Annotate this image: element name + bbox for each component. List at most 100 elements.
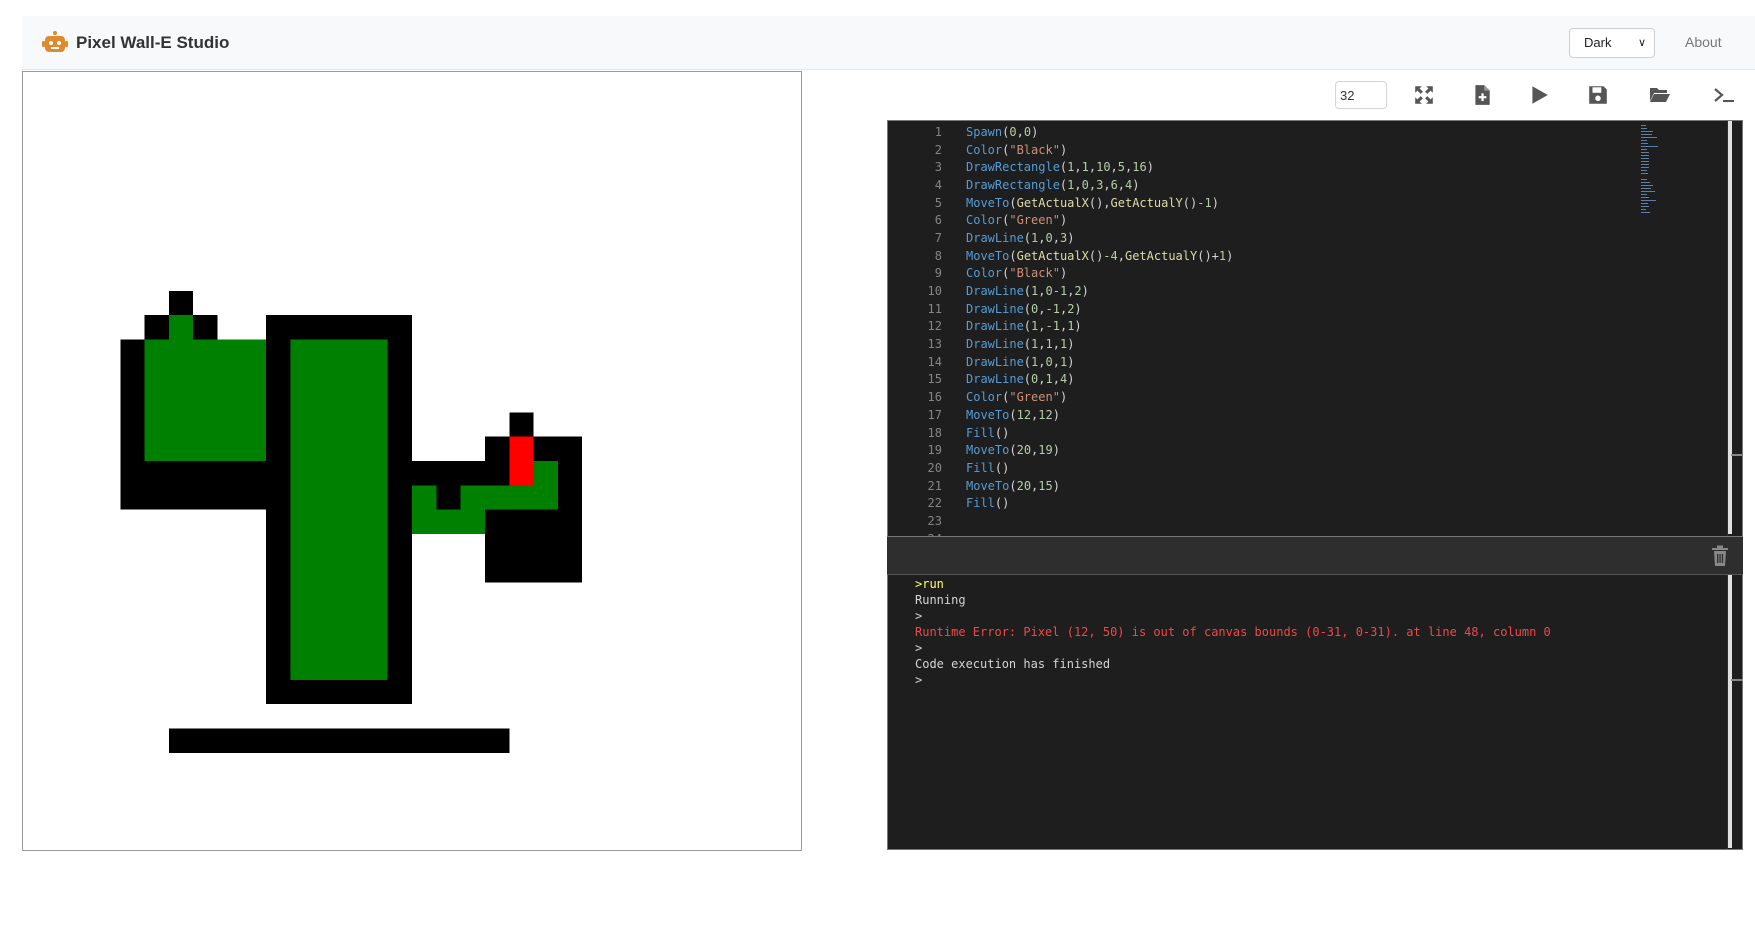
code-line[interactable]: 13 DrawLine(1,1,1) <box>888 335 1233 353</box>
editor-scrollbar[interactable] <box>1727 121 1742 536</box>
code-line[interactable]: 23 <box>888 512 1233 530</box>
code-line[interactable]: 21 MoveTo(20,15) <box>888 477 1233 495</box>
code-line[interactable]: 5 MoveTo(GetActualX(),GetActualY()-1) <box>888 194 1233 212</box>
code-line[interactable]: 16 Color("Green") <box>888 388 1233 406</box>
terminal-output[interactable]: >run Running > Runtime Error: Pixel (12, 50… <box>887 575 1743 850</box>
line-number: 4 <box>934 177 942 192</box>
code-line[interactable]: 15 DrawLine(0,1,4) <box>888 371 1233 389</box>
code-line[interactable]: 11 DrawLine(0,-1,2) <box>888 300 1233 318</box>
line-number: 8 <box>934 248 942 263</box>
pixel-black <box>168 728 510 753</box>
code-line[interactable]: 6 Color("Green") <box>888 211 1233 229</box>
code-text: DrawLine(1,0,3) <box>966 230 1075 245</box>
code-text: DrawRectangle(1,1,10,5,16) <box>966 160 1154 175</box>
code-line[interactable]: 2 Color("Black") <box>888 141 1233 159</box>
line-number: 13 <box>927 337 942 352</box>
line-number: 23 <box>927 513 942 528</box>
line-number: 2 <box>934 142 942 157</box>
code-line[interactable]: 9 Color("Black") <box>888 265 1233 283</box>
terminal-line: > <box>915 673 923 687</box>
line-number: 22 <box>927 496 942 511</box>
open-folder-icon <box>1650 88 1670 102</box>
run-button[interactable] <box>1523 80 1555 110</box>
code-line[interactable]: 10 DrawLine(1,0-1,2) <box>888 282 1233 300</box>
navbar: Pixel Wall-E Studio Dark ∨ About <box>22 16 1755 70</box>
code-text: DrawRectangle(1,0,3,6,4) <box>966 177 1140 192</box>
code-line[interactable]: 1 Spawn(0,0) <box>888 123 1233 141</box>
code-line[interactable]: 17 MoveTo(12,12) <box>888 406 1233 424</box>
code-line[interactable]: 14 DrawLine(1,0,1) <box>888 353 1233 371</box>
theme-select-value: Dark <box>1584 35 1612 50</box>
theme-select[interactable]: Dark ∨ <box>1569 28 1655 58</box>
pixel-green <box>436 509 461 534</box>
line-number: 3 <box>934 160 942 175</box>
terminal-button[interactable] <box>1708 80 1740 110</box>
code-editor[interactable]: 1 Spawn(0,0) 2 Color("Black") 3 DrawRectangle… <box>887 120 1743 537</box>
about-link[interactable]: About <box>1685 34 1722 50</box>
code-text: Color("Green") <box>966 390 1068 405</box>
code-line[interactable]: 7 DrawLine(1,0,3) <box>888 229 1233 247</box>
code-text: DrawLine(0,1,4) <box>966 372 1075 387</box>
code-text: Color("Black") <box>966 266 1068 281</box>
line-number: 9 <box>934 266 942 281</box>
terminal-scrollbar[interactable] <box>1727 575 1742 849</box>
chevron-down-icon: ∨ <box>1637 37 1646 49</box>
code-line[interactable]: 20 Fill() <box>888 459 1233 477</box>
terminal-line: Running <box>915 593 966 607</box>
line-number: 10 <box>927 284 942 299</box>
pixel-green <box>241 412 267 461</box>
terminal-overview-mark <box>1731 679 1743 681</box>
robot-icon <box>42 31 68 52</box>
code-text: DrawLine(0,-1,2) <box>966 301 1082 316</box>
trash-icon[interactable] <box>1711 545 1729 567</box>
fullscreen-button[interactable] <box>1408 80 1440 110</box>
save-button[interactable] <box>1582 80 1614 110</box>
pixel-black <box>509 412 534 437</box>
code-text: MoveTo(12,12) <box>966 407 1060 422</box>
code-line[interactable]: 24 <box>888 530 1233 536</box>
pixel-green <box>412 485 437 534</box>
code-line[interactable]: 3 DrawRectangle(1,1,10,5,16) <box>888 158 1233 176</box>
brand[interactable]: Pixel Wall-E Studio <box>42 16 229 70</box>
pixel-green <box>168 315 194 340</box>
pixel-green <box>484 485 558 510</box>
editor-scrollbar-thumb[interactable] <box>1728 121 1732 534</box>
code-text: MoveTo(GetActualX(),GetActualY()-1) <box>966 195 1219 210</box>
code-line[interactable]: 19 MoveTo(20,19) <box>888 441 1233 459</box>
code-text: Fill() <box>966 496 1010 511</box>
line-number: 17 <box>927 407 942 422</box>
terminal-line: >run <box>915 577 944 591</box>
code-text: Spawn(0,0) <box>966 124 1039 139</box>
line-number: 18 <box>927 425 942 440</box>
new-file-button[interactable] <box>1466 80 1498 110</box>
code-line[interactable]: 18 Fill() <box>888 424 1233 442</box>
line-number: 15 <box>927 372 942 387</box>
editor-overview-mark <box>1731 454 1742 456</box>
line-number: 19 <box>927 443 942 458</box>
pixel-green <box>460 485 485 534</box>
code-text: Color("Green") <box>966 213 1068 228</box>
canvas-size-input[interactable] <box>1335 81 1387 109</box>
line-number: 7 <box>934 230 942 245</box>
pixel-green <box>290 339 388 680</box>
code-line[interactable]: 12 DrawLine(1,-1,1) <box>888 318 1233 336</box>
terminal-line: > <box>915 641 923 655</box>
code-text: Fill() <box>966 425 1010 440</box>
pixel-red <box>509 436 534 486</box>
line-number: 1 <box>934 124 942 139</box>
code-lines: 1 Spawn(0,0) 2 Color("Black") 3 DrawRectangle… <box>888 123 1234 536</box>
code-text: Color("Black") <box>966 142 1068 157</box>
open-folder-button[interactable] <box>1644 80 1676 110</box>
line-number: 12 <box>927 319 942 334</box>
pixel-canvas-panel <box>22 71 802 851</box>
terminal-error-line: Runtime Error: Pixel (12, 50) is out of … <box>915 625 1551 639</box>
code-line[interactable]: 22 Fill() <box>888 494 1233 512</box>
line-number: 21 <box>927 478 942 493</box>
code-line[interactable]: 4 DrawRectangle(1,0,3,6,4) <box>888 176 1233 194</box>
terminal-scrollbar-thumb[interactable] <box>1728 575 1732 848</box>
editor-minimap[interactable] <box>1641 123 1683 223</box>
pixel-green <box>533 461 558 486</box>
terminal-icon <box>1714 88 1734 102</box>
code-line[interactable]: 8 MoveTo(GetActualX()-4,GetActualY()+1) <box>888 247 1234 265</box>
app-title: Pixel Wall-E Studio <box>76 33 230 52</box>
